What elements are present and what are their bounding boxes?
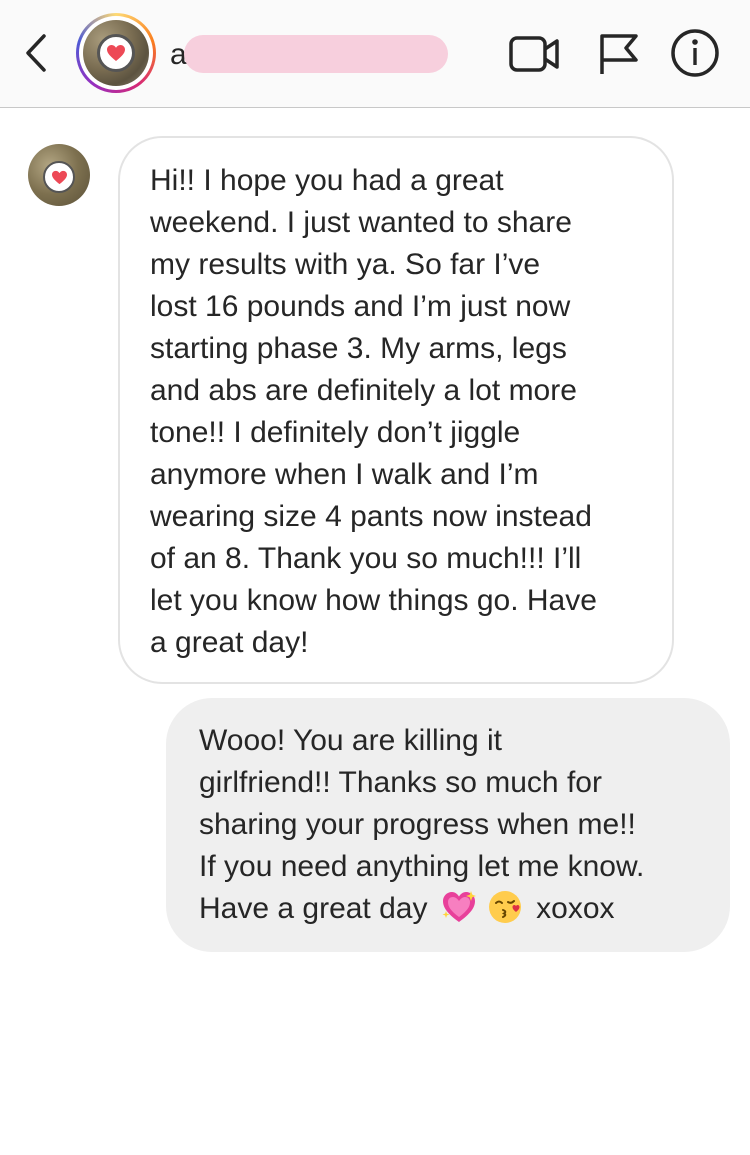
username-redaction	[184, 35, 448, 73]
flag-icon	[600, 34, 638, 74]
video-camera-icon	[509, 36, 559, 72]
back-button[interactable]	[18, 30, 58, 76]
sparkling-heart-icon	[440, 889, 478, 925]
heart-badge	[43, 161, 75, 193]
incoming-message-bubble[interactable]: Hi!! I hope you had a great weekend. I j…	[118, 136, 674, 684]
kissing-face-icon	[486, 889, 524, 925]
info-button[interactable]	[668, 28, 722, 82]
outgoing-message-bubble[interactable]: Wooo! You are killing it girlfriend!! Th…	[166, 698, 730, 952]
chat-header: a	[0, 0, 750, 108]
sender-avatar[interactable]	[28, 144, 90, 206]
heart-icon	[51, 170, 67, 184]
outgoing-message-end: xoxox	[536, 892, 615, 925]
info-icon	[671, 29, 719, 77]
chevron-left-icon	[26, 34, 46, 72]
outgoing-message-text: Wooo! You are killing it girlfriend!! Th…	[199, 720, 706, 930]
profile-avatar[interactable]	[76, 13, 156, 93]
video-call-button[interactable]	[508, 28, 562, 82]
heart-icon	[107, 45, 125, 61]
incoming-message-text: Hi!! I hope you had a great weekend. I j…	[150, 164, 597, 659]
report-flag-button[interactable]	[592, 28, 646, 82]
heart-badge	[97, 34, 135, 72]
